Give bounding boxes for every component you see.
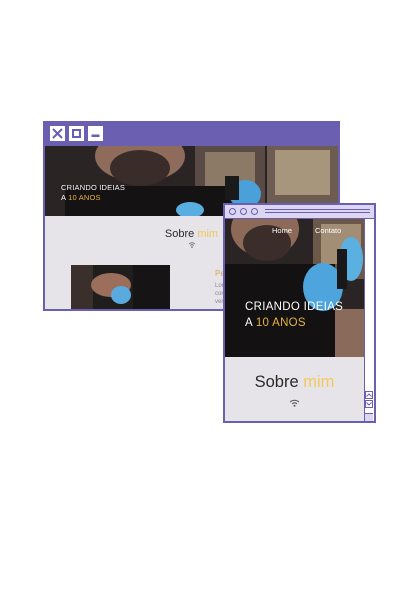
window-dot-icon[interactable] xyxy=(251,208,258,215)
desktop-title-main: Sobre xyxy=(164,228,198,240)
desktop-titlebar xyxy=(45,123,338,146)
nav-home-link[interactable]: Home xyxy=(272,226,292,235)
close-icon[interactable] xyxy=(50,126,65,141)
mobile-hero-line2-prefix: A xyxy=(245,317,256,329)
desktop-hero-line1: CRIANDO IDEIAS xyxy=(61,183,126,192)
chevron-up-icon[interactable] xyxy=(365,391,373,399)
nav-contact-link[interactable]: Contato xyxy=(315,226,341,235)
window-dot-icon[interactable] xyxy=(240,208,247,215)
chevron-down-icon[interactable] xyxy=(365,400,373,408)
mobile-hero-text: CRIANDO IDEIAS A 10 ANOS xyxy=(245,299,343,331)
mobile-hero-line2-highlight: 10 ANOS xyxy=(255,317,306,329)
scrollbar[interactable] xyxy=(364,219,374,421)
scrollbar-thumb[interactable] xyxy=(365,413,373,421)
mobile-hero-image: Home Contato CRIANDO IDEIAS A 10 ANOS xyxy=(225,219,364,357)
desktop-title-sub: mim xyxy=(197,228,219,240)
titlebar-line xyxy=(265,209,370,211)
mobile-titlebar xyxy=(225,205,374,219)
mobile-section-title: Sobre mim xyxy=(225,373,364,392)
mobile-hero-line1: CRIANDO IDEIAS xyxy=(245,301,344,313)
desktop-hero-line2-highlight: 10 ANOS xyxy=(68,193,101,202)
maximize-icon[interactable] xyxy=(69,126,84,141)
mobile-title-sub: mim xyxy=(303,373,335,391)
signal-icon xyxy=(188,242,196,248)
desktop-hero-text: CRIANDO IDEIAS A 10 ANOS xyxy=(61,183,125,203)
about-photo xyxy=(71,265,170,309)
mobile-window: Home Contato CRIANDO IDEIAS A 10 ANOS So… xyxy=(223,203,376,423)
mobile-title-main: Sobre xyxy=(254,373,304,391)
signal-icon xyxy=(289,399,300,407)
window-dot-icon[interactable] xyxy=(229,208,236,215)
titlebar-line xyxy=(265,212,370,214)
minimize-icon[interactable] xyxy=(88,126,103,141)
